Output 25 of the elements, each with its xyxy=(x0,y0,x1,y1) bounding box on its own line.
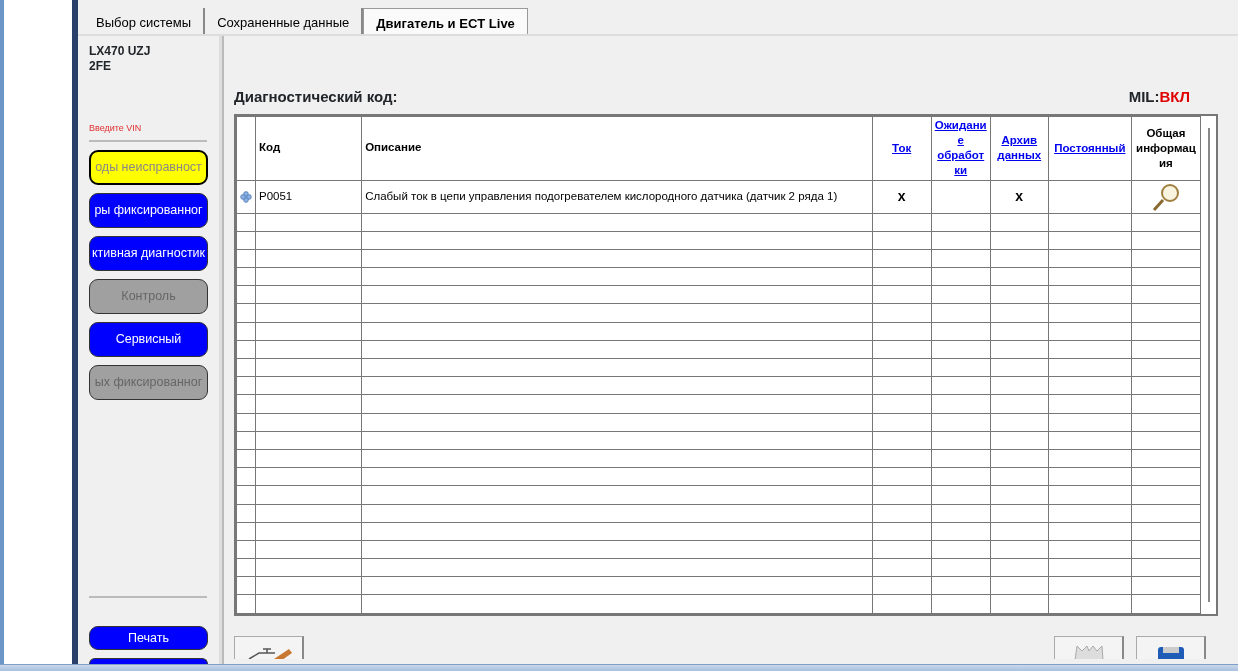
save-icon xyxy=(1155,644,1186,659)
column-header: Описание xyxy=(361,116,873,180)
toolbar-button[interactable] xyxy=(1054,635,1124,659)
column-header: Код xyxy=(255,116,362,180)
print-button[interactable]: Печать xyxy=(89,626,208,650)
magnifier-icon[interactable] xyxy=(1150,181,1181,212)
engine-code: 2FE xyxy=(89,59,112,74)
tab[interactable]: Двигатель и ECT Live xyxy=(363,8,528,34)
section-title: Диагностический код: xyxy=(234,87,398,107)
column-header: Общая информация xyxy=(1131,116,1201,180)
button[interactable] xyxy=(89,658,208,664)
vin-prompt: Введите VIN xyxy=(89,122,207,142)
sidebar-button[interactable]: ры фиксированног xyxy=(89,192,208,228)
mil-status: MIL:ВКЛ xyxy=(1128,87,1190,107)
sidebar-button[interactable]: ктивная диагностик xyxy=(89,235,208,271)
scrollbar[interactable] xyxy=(1207,127,1210,602)
table-cell: P0051 xyxy=(255,180,362,213)
table-cell: x xyxy=(990,180,1049,213)
vehicle-model: LX470 UZJ xyxy=(89,44,152,59)
save-button[interactable] xyxy=(1136,635,1206,659)
engine-tool-button[interactable] xyxy=(234,635,304,659)
table-cell: Слабый ток в цепи управления подогревателем кислородного датчика (датчик 2 ряда 1) xyxy=(361,180,873,213)
table-cell: x xyxy=(872,180,932,213)
sidebar-button[interactable]: Сервисный xyxy=(89,321,208,357)
flower-icon xyxy=(240,190,252,203)
